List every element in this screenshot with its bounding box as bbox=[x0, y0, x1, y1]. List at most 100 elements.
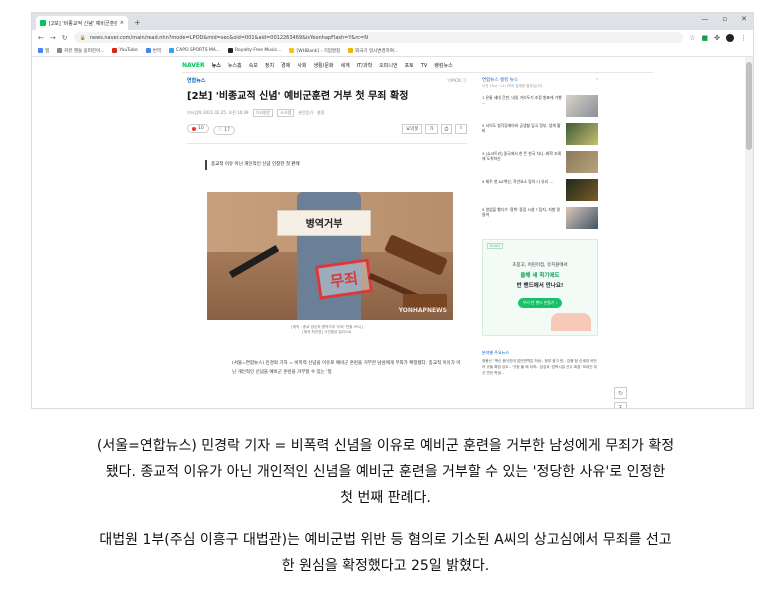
refresh-float-button[interactable]: ↻ bbox=[614, 387, 627, 399]
translate-icon bbox=[145, 48, 151, 53]
ranking-item[interactable]: 1 유통 세대 간판, 내일 거리두기 조정 발표에 가행 ... bbox=[482, 95, 598, 117]
gnb-item[interactable]: TV bbox=[421, 63, 427, 69]
naver-favicon-icon bbox=[40, 20, 46, 26]
window-controls: — ▫ ✕ bbox=[701, 15, 747, 23]
gnb-item[interactable]: 포토 bbox=[405, 62, 414, 69]
scrollbar-thumb[interactable] bbox=[746, 62, 752, 150]
forward-arrow-icon[interactable]: → bbox=[50, 34, 56, 42]
star-icon[interactable]: ☆ bbox=[689, 34, 695, 42]
heart-icon bbox=[192, 126, 196, 131]
menu-kebab-icon[interactable]: ⋮ bbox=[740, 34, 747, 42]
ranking-thumbnail bbox=[566, 95, 598, 117]
original-link[interactable]: 기사원문 bbox=[252, 109, 274, 117]
puzzle-icon[interactable]: ✤ bbox=[714, 34, 720, 42]
gnb-item[interactable]: IT/과학 bbox=[357, 62, 372, 69]
bookmark-item[interactable]: 커뮤 헨들 옹퍼진이... bbox=[57, 48, 104, 54]
close-window-button[interactable]: ✕ bbox=[741, 15, 747, 23]
naver-logo[interactable]: NAVER bbox=[182, 62, 205, 69]
gnb-item[interactable]: 속보 bbox=[249, 62, 258, 69]
photo-caption-line: [제작 최진영] 사진합성 일러스트 bbox=[302, 329, 352, 334]
bookmark-item[interactable]: CAPO SPORTS MA... bbox=[169, 48, 220, 53]
ranking-more-chevron-icon[interactable]: › bbox=[596, 77, 598, 83]
folder-icon bbox=[348, 48, 354, 53]
maximize-button[interactable]: ▫ bbox=[722, 15, 727, 23]
article-photo[interactable]: 병역거부 무죄 YONHAPNEWS bbox=[207, 191, 453, 320]
gnb-item[interactable]: 세계 bbox=[341, 62, 350, 69]
gnb-item[interactable]: 사회 bbox=[297, 62, 306, 69]
lock-icon: 🔒 bbox=[79, 34, 86, 41]
article: 연합뉴스 ▽PICK ⓘ [2보] '비종교적 신념' 예비군훈련 거부 첫 무… bbox=[187, 77, 467, 377]
scroll-top-button[interactable]: ⊼ bbox=[614, 402, 627, 408]
gnb-item[interactable]: 오피니언 bbox=[379, 62, 397, 69]
close-tab-icon[interactable]: × bbox=[120, 20, 124, 26]
gnb-item[interactable]: 뉴스홈 bbox=[228, 62, 242, 69]
press-row: 연합뉴스 ▽PICK ⓘ bbox=[187, 77, 467, 84]
gnb-section-title[interactable]: 뉴스 bbox=[212, 62, 221, 69]
listen-settings[interactable]: 본문듣기 · 설정 bbox=[298, 110, 324, 116]
reload-icon[interactable]: ↻ bbox=[62, 34, 68, 42]
gnb-item[interactable]: 생활/문화 bbox=[313, 62, 333, 69]
minimize-button[interactable]: — bbox=[701, 15, 708, 23]
bookmark-item[interactable]: Royalty-Free Music... bbox=[228, 48, 281, 53]
bookmark-apps[interactable]: 앱 bbox=[38, 48, 49, 54]
comment-button[interactable]: ♡ 17 bbox=[213, 125, 235, 135]
ad-label: BAND bbox=[487, 243, 504, 249]
excerpt-line: 됐다. 종교적 이유가 아닌 개인적인 신념을 예비군 훈련을 거부할 수 있는… bbox=[105, 464, 666, 480]
press-logo[interactable]: 연합뉴스 bbox=[187, 77, 205, 84]
bookmark-translate[interactable]: 번역 bbox=[145, 48, 161, 54]
ranking-thumbnail bbox=[566, 123, 598, 145]
browser-window: [2보] '비종교적 신념' 예비군훈련 ... × + — ▫ ✕ ← → ↻… bbox=[31, 12, 754, 409]
ranking-thumbnail bbox=[566, 179, 598, 201]
ad-cta-button[interactable]: 우리 반 밴드 만들기 › bbox=[517, 298, 563, 308]
gnb-item[interactable]: 정치 bbox=[265, 62, 274, 69]
article-tools: 요약봇 가 ⎙ ⇪ bbox=[402, 124, 467, 135]
browser-tab[interactable]: [2보] '비종교적 신념' 예비군훈련 ... × bbox=[36, 16, 128, 30]
article-excerpt-paragraph: 대법원 1부(주심 이흥구 대법관)는 예비군법 위반 등 혐의로 기소된 A씨… bbox=[0, 527, 771, 579]
ranking-item[interactable]: 5 영업을 했다가 '정책' 중점 시설 ? 탐지, 처벌 말들까 bbox=[482, 207, 598, 229]
url-field[interactable]: 🔒 news.naver.com/main/read.nhn?mode=LPOD… bbox=[73, 32, 684, 43]
article-body: (서울=연합뉴스) 민경락 기자 = 비폭력 신념을 이유로 예비군 훈련을 거… bbox=[232, 360, 461, 375]
share-button[interactable]: ⇪ bbox=[455, 124, 467, 135]
band-ad-banner[interactable]: BAND 초중고, 어린이집, 유치원에서 올해 새 학기에도 반 밴드에서 만… bbox=[482, 239, 598, 336]
ranking-header: 연합뉴스 랭킹 뉴스 › bbox=[482, 77, 598, 83]
ranking-item[interactable]: 3 [쇼크트리] 중국에서 한 뜬 한국 차니..화학 조례에 도착하신 bbox=[482, 151, 598, 173]
like-button[interactable]: 10 bbox=[187, 124, 209, 133]
print-button[interactable]: ⎙ bbox=[440, 124, 453, 135]
gnb-divider bbox=[182, 72, 653, 73]
section-news-list[interactable]: 정봉신 "백신 음식인데 집단면역은 허상.. 정부 광고 한.. 김행 점 신… bbox=[482, 358, 598, 376]
font-size-button[interactable]: 가 bbox=[425, 124, 438, 135]
bookmark-favicon-icon bbox=[289, 48, 295, 53]
bookmarks-bar: 앱 커뮤 헨들 옹퍼진이... YouTube 번역 CAPO SPORTS M… bbox=[32, 45, 753, 57]
bookmark-item[interactable]: 외국기 일시변경하여... bbox=[348, 48, 398, 54]
ranking-title[interactable]: 연합뉴스 랭킹 뉴스 bbox=[482, 77, 518, 83]
article-date: 기사입력 2021.02.25. 오전 10:39 bbox=[187, 110, 249, 115]
ranking-thumbnail bbox=[566, 207, 598, 229]
photo-caption: [제작 : 종교 양심적 병역거부 '무죄' 판결 (PG)] [제작 최진영]… bbox=[187, 325, 467, 335]
ranking-subtitle: 오전 10시~11시까지 집계한 결과입니다. bbox=[482, 84, 544, 88]
profile-avatar[interactable] bbox=[726, 33, 734, 42]
article-summary: 종교적 이유 아닌 개인적인 신념 인정한 첫 판례 bbox=[205, 159, 467, 170]
page-scrollbar[interactable] bbox=[745, 57, 753, 408]
scrap-button[interactable]: 스크랩 bbox=[277, 109, 295, 117]
apps-grid-icon bbox=[38, 48, 43, 53]
extension-icon[interactable]: ■ bbox=[702, 34, 709, 42]
ad-line-highlight: 올해 새 학기에도 bbox=[520, 273, 560, 279]
bookmark-item[interactable]: [WHBank] - 기업명칭 bbox=[289, 48, 340, 54]
bookmark-youtube[interactable]: YouTube bbox=[112, 48, 138, 53]
new-tab-button[interactable]: + bbox=[134, 16, 141, 30]
comment-count: 17 bbox=[224, 127, 230, 133]
page-viewport: NAVER 뉴스 뉴스홈 속보 정치 경제 사회 생활/문화 세계 IT/과학 … bbox=[32, 57, 753, 408]
ad-illustration bbox=[551, 313, 591, 331]
article-headline: [2보] '비종교적 신념' 예비군훈련 거부 첫 무죄 확정 bbox=[187, 91, 409, 102]
ranking-item[interactable]: 4 제주 첫 AZ백신, 작년요소 맞아 나 유리 ... bbox=[482, 179, 598, 201]
ranking-item[interactable]: 2 서이도 청각장애아와 공생할 입국 정부, 생계 활비 bbox=[482, 123, 598, 145]
excerpt-line: 첫 번째 판례다. bbox=[340, 490, 431, 506]
back-arrow-icon[interactable]: ← bbox=[38, 34, 44, 42]
summary-bot-button[interactable]: 요약봇 bbox=[402, 124, 423, 135]
gnb-item[interactable]: 경제 bbox=[281, 62, 290, 69]
youtube-icon bbox=[112, 48, 118, 53]
ranking-item-text: 3 [쇼크트리] 중국에서 한 뜬 한국 차니..화학 조례에 도착하신 bbox=[482, 151, 562, 161]
pick-label[interactable]: ▽PICK ⓘ bbox=[447, 78, 467, 84]
section-news-title[interactable]: 분야별 주요뉴스 bbox=[482, 350, 598, 356]
gnb-item[interactable]: 랭킹뉴스 bbox=[434, 62, 452, 69]
